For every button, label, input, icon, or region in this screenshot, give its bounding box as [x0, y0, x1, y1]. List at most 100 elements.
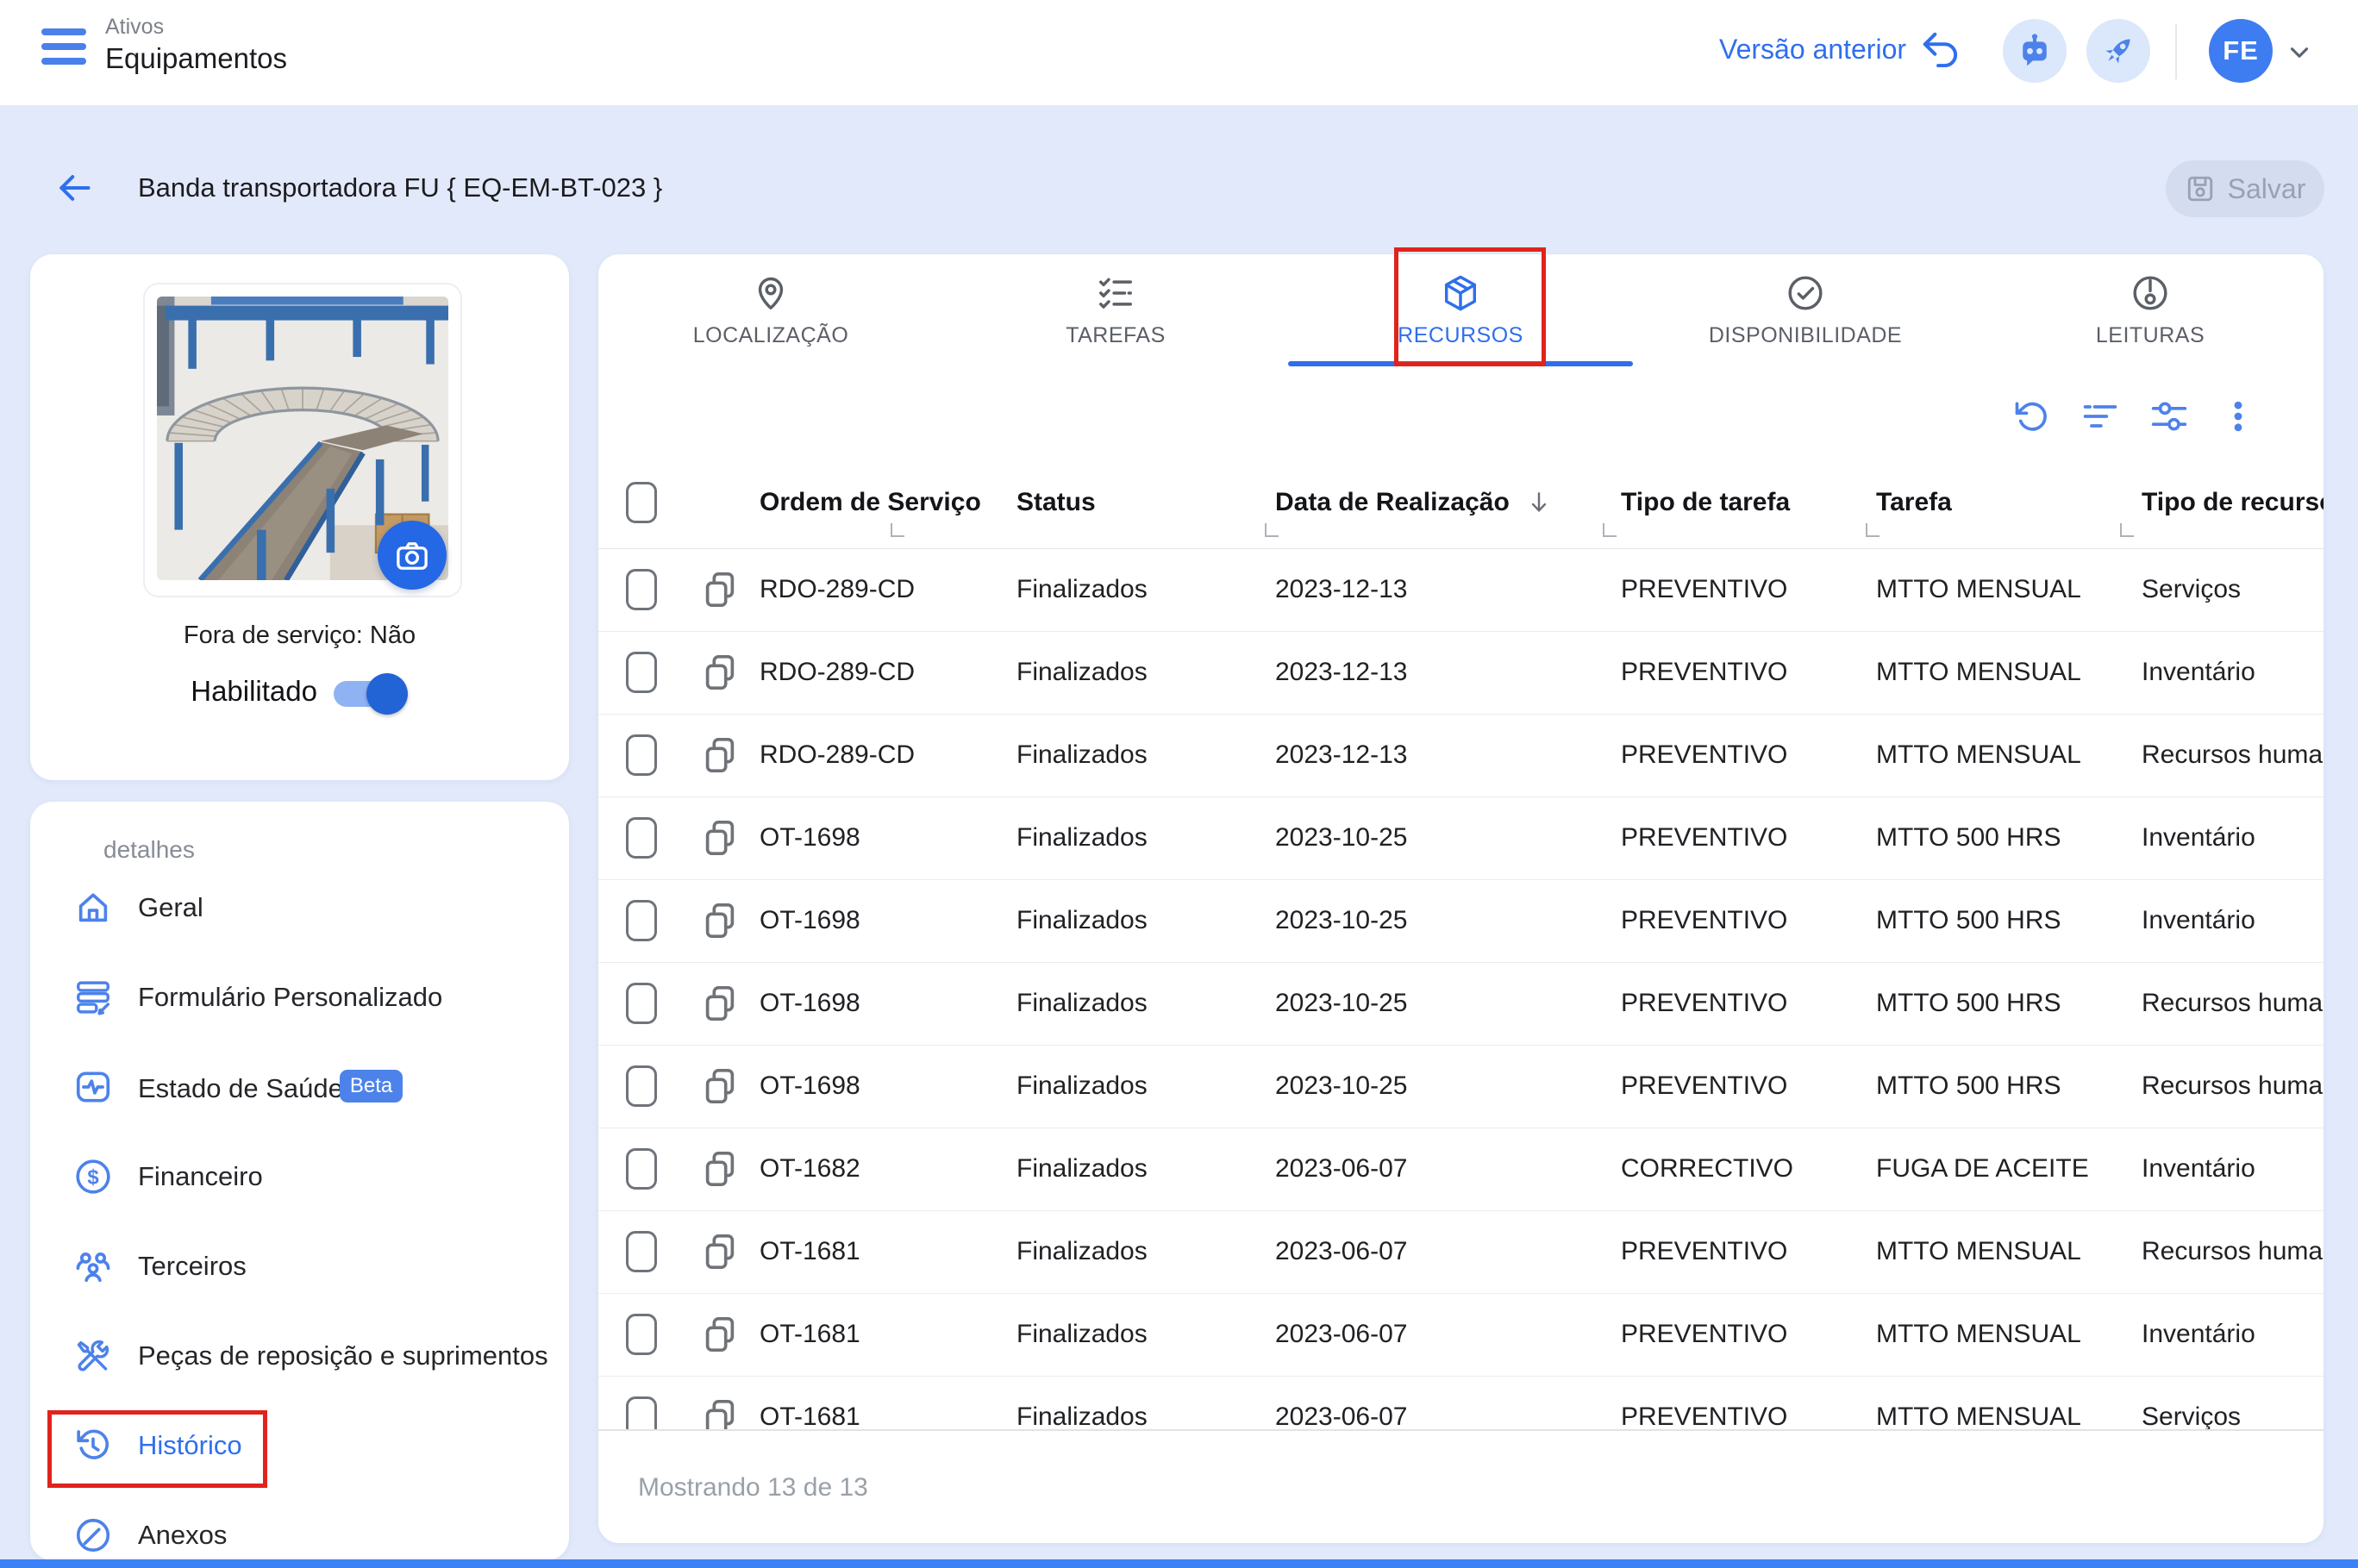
camera-icon: [393, 536, 431, 574]
cell-task-type: PREVENTIVO: [1621, 575, 1788, 603]
change-photo-button[interactable]: [378, 521, 447, 590]
sidebar-item-anexos[interactable]: Anexos: [30, 1490, 569, 1560]
table-header: Ordem de Serviço Status Data de Realizaç…: [598, 457, 2324, 549]
chevron-down-icon[interactable]: [2285, 38, 2314, 67]
filter-icon[interactable]: [2081, 397, 2119, 435]
row-checkbox[interactable]: [626, 983, 657, 1024]
sidebar-item-pecas-reposicao[interactable]: Peças de reposição e suprimentos: [30, 1311, 569, 1401]
column-resize-handle[interactable]: [1603, 523, 1617, 537]
row-checkbox[interactable]: [626, 817, 657, 859]
tab-leituras[interactable]: LEITURAS: [1978, 254, 2323, 366]
sidebar-item-financeiro[interactable]: $ Financeiro: [30, 1132, 569, 1221]
open-copy-icon[interactable]: [700, 631, 740, 714]
kebab-menu-icon[interactable]: [2219, 397, 2257, 435]
column-resize-handle[interactable]: [2120, 523, 2134, 537]
previous-version-link[interactable]: Versão anterior: [1719, 31, 1960, 67]
cell-task: MTTO 500 HRS: [1876, 906, 2061, 934]
row-checkbox[interactable]: [626, 1148, 657, 1190]
cell-status: Finalizados: [1016, 1071, 1148, 1100]
cell-task: MTTO MENSUAL: [1876, 740, 2081, 769]
paperclip-icon: [73, 1515, 113, 1555]
table-row[interactable]: OT-1698 Finalizados 2023-10-25 PREVENTIV…: [598, 879, 2324, 963]
tab-disponibilidade[interactable]: DISPONIBILIDADE: [1633, 254, 1978, 366]
row-checkbox[interactable]: [626, 652, 657, 693]
table-toolbar: [2012, 397, 2257, 435]
topbar-divider: [2175, 24, 2177, 79]
annotation-box-historico-item: [47, 1410, 267, 1488]
sidebar-item-estado-de-saude[interactable]: Estado de Saúde Beta: [30, 1042, 569, 1132]
table-row[interactable]: RDO-289-CD Finalizados 2023-12-13 PREVEN…: [598, 631, 2324, 715]
column-header-tipo-de-tarefa[interactable]: Tipo de tarefa: [1621, 457, 1790, 548]
table-row[interactable]: RDO-289-CD Finalizados 2023-12-13 PREVEN…: [598, 548, 2324, 632]
previous-version-label: Versão anterior: [1719, 33, 1907, 65]
table-row[interactable]: OT-1681 Finalizados 2023-06-07 PREVENTIV…: [598, 1293, 2324, 1377]
open-copy-icon[interactable]: [700, 879, 740, 962]
column-resize-handle[interactable]: [1866, 523, 1880, 537]
assistant-bot-button[interactable]: [2003, 19, 2067, 83]
open-copy-icon[interactable]: [700, 1293, 740, 1376]
details-heading: detalhes: [103, 836, 195, 863]
enabled-toggle[interactable]: [334, 673, 408, 715]
table-row[interactable]: OT-1698 Finalizados 2023-10-25 PREVENTIV…: [598, 796, 2324, 880]
cell-resource-type: Recursos humanos: [2142, 1237, 2324, 1265]
refresh-icon[interactable]: [2012, 397, 2050, 435]
open-copy-icon[interactable]: [700, 714, 740, 796]
table-row[interactable]: OT-1698 Finalizados 2023-10-25 PREVENTIV…: [598, 962, 2324, 1046]
cell-date: 2023-12-13: [1275, 575, 1408, 603]
custom-form-icon: [73, 978, 113, 1017]
cell-task-type: PREVENTIVO: [1621, 658, 1788, 686]
open-copy-icon[interactable]: [700, 1128, 740, 1210]
table-row[interactable]: RDO-289-CD Finalizados 2023-12-13 PREVEN…: [598, 714, 2324, 797]
cell-task-type: CORRECTIVO: [1621, 1154, 1794, 1183]
open-copy-icon[interactable]: [700, 1045, 740, 1128]
open-copy-icon[interactable]: [700, 796, 740, 879]
menu-hamburger-icon[interactable]: [41, 28, 90, 73]
cell-resource-type: Inventário: [2142, 1154, 2255, 1183]
table-row[interactable]: OT-1681 Finalizados 2023-06-07 PREVENTIV…: [598, 1210, 2324, 1294]
svg-text:$: $: [87, 1165, 98, 1189]
tab-tarefas[interactable]: TAREFAS: [943, 254, 1288, 366]
column-header-data-de-realizacao[interactable]: Data de Realização: [1275, 457, 1553, 548]
column-resize-handle[interactable]: [1265, 523, 1279, 537]
row-checkbox[interactable]: [626, 1065, 657, 1107]
sidebar-item-terceiros[interactable]: Terceiros: [30, 1221, 569, 1311]
cell-task-type: PREVENTIVO: [1621, 1071, 1788, 1100]
cell-status: Finalizados: [1016, 823, 1148, 852]
tab-localizacao[interactable]: LOCALIZAÇÃO: [598, 254, 943, 366]
save-button[interactable]: Salvar: [2166, 160, 2324, 217]
open-copy-icon[interactable]: [700, 962, 740, 1045]
row-checkbox[interactable]: [626, 900, 657, 941]
column-settings-icon[interactable]: [2150, 397, 2188, 435]
back-arrow-icon[interactable]: [53, 169, 95, 207]
cell-resource-type: Serviços: [2142, 575, 2242, 603]
column-header-ordem-de-servico[interactable]: Ordem de Serviço: [760, 457, 981, 548]
table-row[interactable]: OT-1698 Finalizados 2023-10-25 PREVENTIV…: [598, 1045, 2324, 1128]
open-copy-icon[interactable]: [700, 548, 740, 631]
cell-task-type: PREVENTIVO: [1621, 740, 1788, 769]
asset-photo-frame: [143, 283, 462, 597]
cell-task: MTTO MENSUAL: [1876, 658, 2081, 686]
row-checkbox[interactable]: [626, 569, 657, 610]
row-checkbox[interactable]: [626, 1314, 657, 1355]
resources-panel: LOCALIZAÇÃO TAREFAS RECURSOS DISPONIBILI…: [598, 254, 2324, 1543]
cell-resource-type: Inventário: [2142, 658, 2255, 686]
column-header-status[interactable]: Status: [1016, 457, 1096, 548]
cell-order: OT-1698: [760, 906, 860, 934]
page-module-title: Equipamentos: [105, 42, 287, 74]
toggle-knob: [366, 673, 408, 715]
select-all-checkbox[interactable]: [626, 482, 657, 523]
open-copy-icon[interactable]: [700, 1210, 740, 1293]
column-resize-handle[interactable]: [891, 523, 904, 537]
cell-task-type: PREVENTIVO: [1621, 1237, 1788, 1265]
sidebar-item-geral[interactable]: Geral: [30, 863, 569, 953]
launch-rocket-button[interactable]: [2086, 19, 2150, 83]
row-checkbox[interactable]: [626, 734, 657, 776]
user-avatar[interactable]: FE: [2209, 19, 2273, 83]
row-checkbox[interactable]: [626, 1231, 657, 1272]
column-header-tarefa[interactable]: Tarefa: [1876, 457, 1952, 548]
sidebar-item-formulario-personalizado[interactable]: Formulário Personalizado: [30, 953, 569, 1042]
cell-date: 2023-10-25: [1275, 823, 1408, 852]
column-header-tipo-de-recurso[interactable]: Tipo de recurso: [2142, 457, 2324, 548]
table-row[interactable]: OT-1682 Finalizados 2023-06-07 CORRECTIV…: [598, 1128, 2324, 1211]
cell-task: FUGA DE ACEITE: [1876, 1154, 2089, 1183]
